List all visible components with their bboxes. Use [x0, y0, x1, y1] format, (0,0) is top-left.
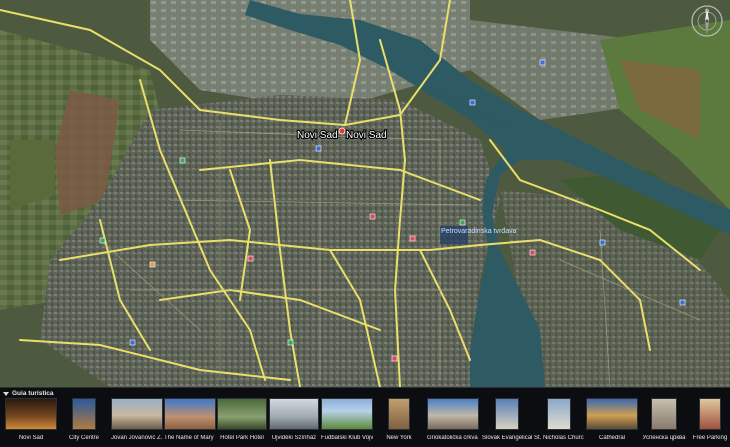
tour-item-caption: St. Nicholas Church	[534, 435, 584, 441]
tour-item-thumbnail[interactable]	[164, 398, 216, 430]
tour-item-caption: Fudbalski Klub Vojvo...	[321, 435, 373, 441]
city-pin-icon	[338, 127, 346, 135]
tour-item-caption: Free Parking	[692, 435, 728, 441]
tour-item-caption: Slovak Evangelical C...	[482, 435, 532, 441]
tour-item-thumbnail[interactable]	[321, 398, 373, 430]
tour-item[interactable]: Jovan Jovanović Z...	[111, 398, 163, 447]
tour-item-caption: City Centre	[68, 435, 99, 441]
tour-item-caption: Jovan Jovanović Z...	[111, 435, 163, 441]
tour-item[interactable]: New York	[374, 398, 424, 447]
tour-item-thumbnail[interactable]	[586, 398, 638, 430]
tour-item-thumbnail[interactable]	[269, 398, 319, 430]
tour-item-thumbnail[interactable]	[651, 398, 677, 430]
tour-item-caption: Успенска црква	[642, 435, 686, 441]
tour-item-caption: Novi Sad	[18, 435, 44, 441]
tour-item[interactable]: Успенска црква	[640, 398, 688, 447]
tour-item[interactable]: Ujvidéki Színház	[269, 398, 319, 447]
tour-item-caption: The Name of Mary ...	[164, 435, 216, 441]
tour-item-thumbnail[interactable]	[547, 398, 571, 430]
svg-text:N: N	[705, 9, 709, 15]
tour-item-thumbnail[interactable]	[217, 398, 267, 430]
tour-item-caption: Cathedral	[598, 435, 625, 441]
city-label-left: Novi Sad	[297, 130, 338, 141]
tour-item-caption: New York	[386, 435, 412, 441]
city-label-right: Novi Sad	[346, 130, 387, 141]
tour-item[interactable]: The Name of Mary ...	[164, 398, 216, 447]
poi-label-text: Petrovaradinska tvrđava	[441, 228, 517, 235]
tour-item-thumbnail[interactable]	[699, 398, 721, 430]
tour-item[interactable]: Hotel Park Hotel	[217, 398, 267, 447]
tour-guide-header[interactable]: Guia turística	[3, 389, 54, 398]
tour-item[interactable]: Griokatolička crkva ...	[427, 398, 479, 447]
satellite-map[interactable]: Novi Sad Novi Sad Novi Sad Novi Sad Petr…	[0, 0, 730, 387]
collapse-arrow-icon[interactable]	[3, 391, 9, 396]
tour-item[interactable]: St. Nicholas Church	[534, 398, 584, 447]
tour-item-caption: Hotel Park Hotel	[220, 435, 264, 441]
compass-icon[interactable]: N	[690, 4, 724, 38]
earth-viewer: Novi Sad Novi Sad Novi Sad Novi Sad Petr…	[0, 0, 730, 447]
tour-item-thumbnail[interactable]	[5, 398, 57, 430]
tour-item-thumbnail[interactable]	[72, 398, 96, 430]
tour-item[interactable]: Fudbalski Klub Vojvo...	[321, 398, 373, 447]
tour-item[interactable]: Cathedral	[586, 398, 638, 447]
tour-item-caption: Ujvidéki Színház	[271, 435, 317, 441]
tour-item[interactable]: Free Parking	[690, 398, 730, 447]
tour-item-thumbnail[interactable]	[427, 398, 479, 430]
tour-item-thumbnail[interactable]	[111, 398, 163, 430]
tour-item-thumbnail[interactable]	[495, 398, 519, 430]
tour-item[interactable]: City Centre	[59, 398, 109, 447]
tour-thumbnail-strip: Novi Sad City Centre Jovan Jovanović Z... T…	[0, 398, 730, 447]
tour-guide-title: Guia turística	[12, 390, 54, 397]
tour-item-thumbnail[interactable]	[388, 398, 410, 430]
tour-guide-panel: Guia turística Novi Sad City Centre Jovan …	[0, 387, 730, 447]
tour-item-caption: Griokatolička crkva ...	[427, 435, 479, 441]
tour-item[interactable]: Novi Sad	[5, 398, 57, 447]
tour-item[interactable]: Slovak Evangelical C...	[482, 398, 532, 447]
